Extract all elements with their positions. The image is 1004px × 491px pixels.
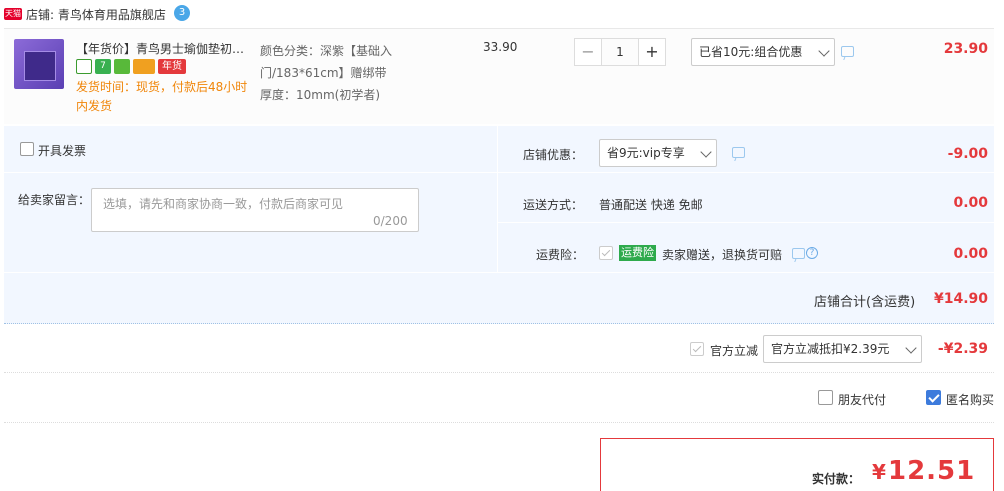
shipping-method: 普通配送 快递 免邮: [599, 198, 703, 212]
divider: [4, 272, 994, 273]
sku-color: 颜色分类：深紫【基础入门/183*61cm】赠绑带: [260, 44, 393, 80]
chevron-down-icon: [818, 45, 830, 57]
wangwang-chat-icon[interactable]: 3: [174, 5, 190, 21]
coupon-icon[interactable]: [114, 59, 130, 74]
seven-day-return-icon[interactable]: 7: [95, 59, 111, 74]
shop-name-link[interactable]: 店铺: 青鸟体育用品旗舰店: [26, 6, 166, 23]
shop-discount-amount: -9.00: [947, 146, 988, 162]
shop-discount-select[interactable]: 省9元:vip专享: [599, 139, 717, 167]
product-title-link[interactable]: 【年货价】青鸟男士瑜伽垫初学者加宽加厚加长防滑健身垫子: [76, 40, 256, 57]
sku-info: 颜色分类：深紫【基础入门/183*61cm】赠绑带 厚度：10mm(初学者): [260, 40, 450, 106]
friend-pay-checkbox[interactable]: [818, 390, 833, 405]
insurance-checkbox: [599, 246, 613, 260]
insurance-badge: 运费险: [619, 245, 656, 261]
anonymous-checkbox[interactable]: [926, 390, 941, 405]
shop-subtotal-value: ¥14.90: [933, 291, 988, 307]
message-icon[interactable]: [841, 46, 854, 57]
tmall-badge: 天猫: [4, 8, 22, 20]
credit-card-icon[interactable]: [133, 59, 155, 74]
divider: [4, 172, 497, 173]
memo-placeholder: 选填，请先和商家协商一致，付款后商家可见: [103, 197, 344, 211]
official-discount-label: 官方立减: [710, 344, 759, 358]
insurance-text: 卖家赠送，退换货可赔: [662, 248, 783, 262]
anonymous-label[interactable]: 匿名购买: [946, 391, 994, 408]
item-total: 23.90: [943, 41, 988, 57]
shop-discount-value: 省9元:vip专享: [607, 146, 685, 160]
official-discount-select[interactable]: 官方立减抵扣¥2.39元: [763, 335, 922, 363]
divider: [498, 222, 994, 223]
insurance-label: 运费险：: [536, 248, 585, 262]
invoice-checkbox[interactable]: [20, 142, 34, 156]
pay-amount: 12.51: [888, 456, 976, 486]
increase-button[interactable]: +: [638, 38, 666, 66]
ship-time: 发货时间：现货，付款后48小时内发货: [76, 80, 248, 113]
divider: [497, 126, 498, 272]
service-tags: 7 年货: [76, 59, 186, 75]
item-discount-select[interactable]: 已省10元:组合优惠: [691, 38, 835, 66]
official-discount-value: 官方立减抵扣¥2.39元: [771, 342, 890, 356]
chevron-down-icon: [905, 342, 917, 354]
certified-icon[interactable]: [76, 59, 92, 74]
decrease-button[interactable]: −: [574, 38, 602, 66]
chevron-down-icon: [700, 146, 712, 158]
shop-subtotal-label: 店铺合计(含运费): [814, 295, 916, 310]
product-thumbnail[interactable]: [14, 39, 64, 89]
quantity-input[interactable]: 1: [602, 38, 638, 66]
quantity-stepper: − 1 +: [574, 38, 666, 66]
pay-currency: ¥: [872, 460, 886, 484]
divider: [4, 422, 994, 423]
memo-char-count: 0/200: [373, 214, 408, 228]
sku-thickness: 厚度：10mm(初学者): [260, 88, 381, 102]
memo-label: 给卖家留言：: [18, 193, 91, 207]
item-discount-value: 已省10元:组合优惠: [699, 45, 803, 59]
help-icon[interactable]: ?: [806, 247, 818, 259]
shipping-label: 运送方式：: [523, 198, 584, 212]
shop-discount-label: 店铺优惠：: [523, 148, 584, 162]
divider: [498, 172, 994, 173]
shipping-amount: 0.00: [953, 195, 988, 211]
message-icon[interactable]: [732, 147, 745, 158]
invoice-label[interactable]: 开具发票: [38, 142, 86, 159]
official-discount-checkbox: [690, 342, 704, 356]
friend-pay-label[interactable]: 朋友代付: [838, 391, 886, 408]
divider: [4, 372, 994, 373]
official-discount-amount: -¥2.39: [937, 341, 988, 357]
message-icon[interactable]: [792, 248, 805, 259]
unit-price: 33.90: [483, 40, 518, 54]
pay-label: 实付款：: [812, 472, 861, 486]
insurance-amount: 0.00: [953, 246, 988, 262]
new-year-icon[interactable]: 年货: [158, 59, 186, 74]
